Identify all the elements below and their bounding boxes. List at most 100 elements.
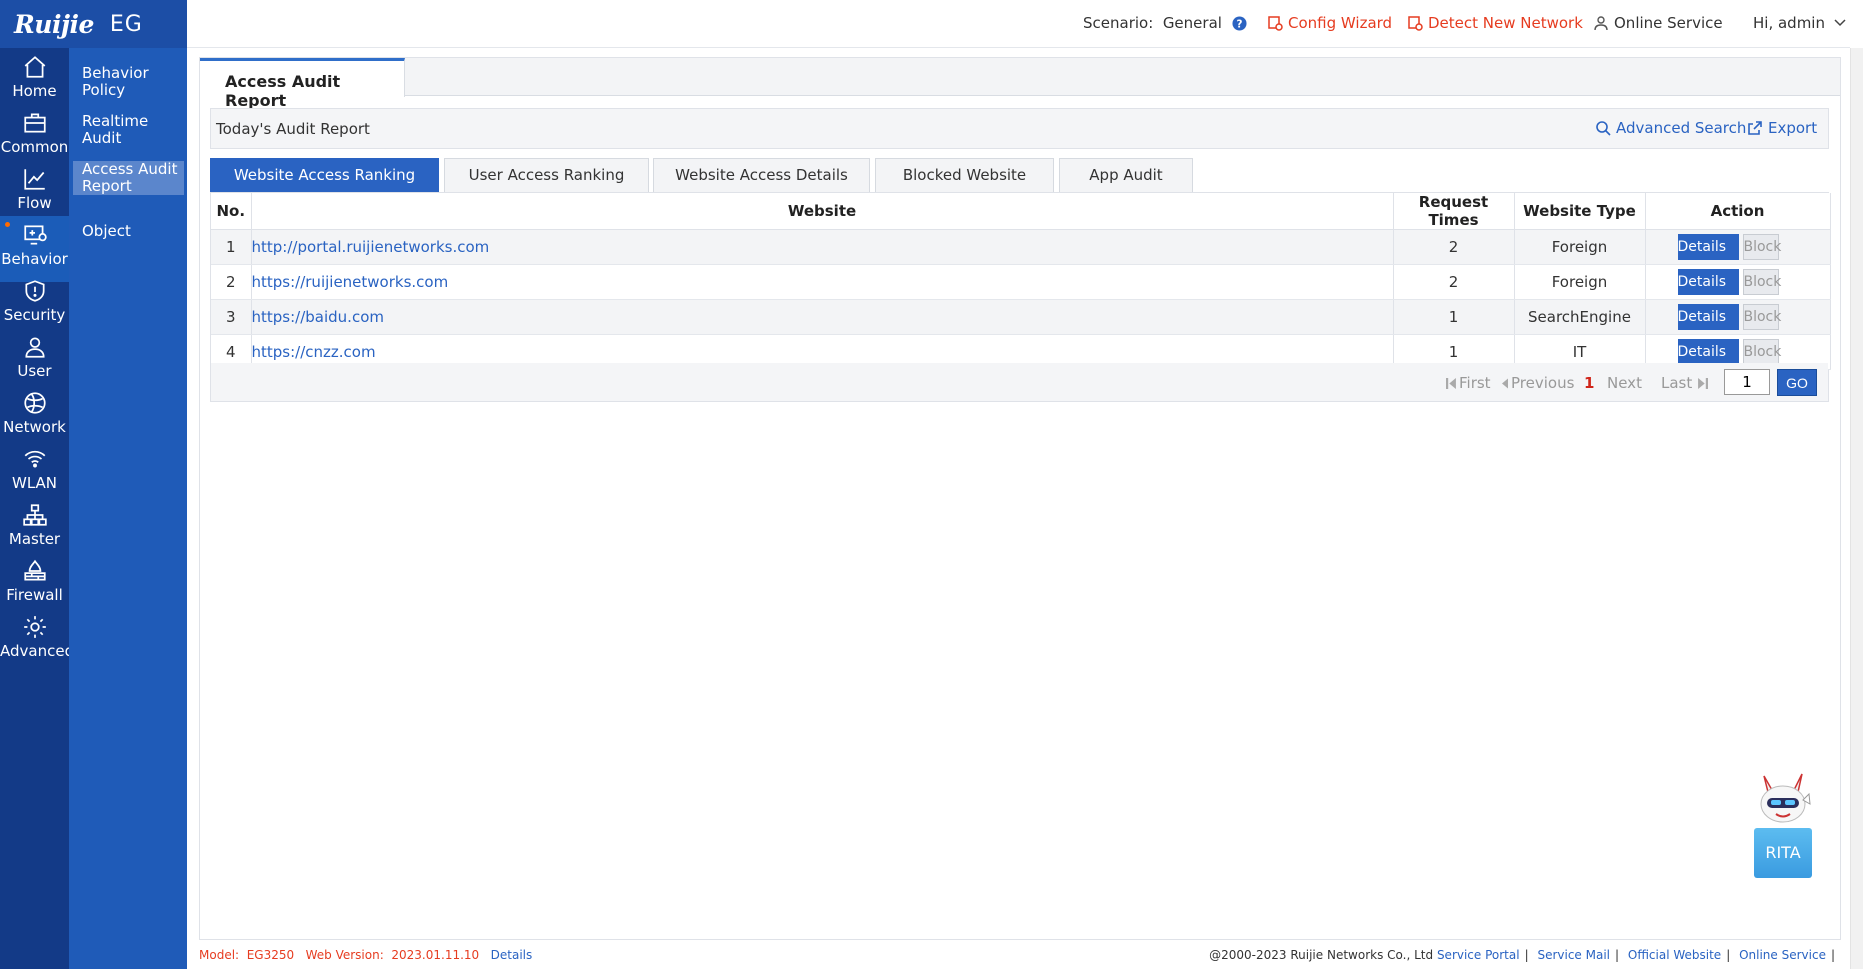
- pager-last[interactable]: Last: [1661, 374, 1709, 392]
- footer-details-link[interactable]: Details: [491, 948, 533, 962]
- col-header-action: Action: [1645, 193, 1831, 230]
- ruijie-logo: Ruijie: [14, 9, 94, 39]
- tab-website-access-details[interactable]: Website Access Details: [653, 158, 870, 192]
- row-no: 2: [211, 264, 252, 300]
- submenu-behavior-policy[interactable]: Behavior Policy: [73, 65, 184, 99]
- service-mail-link[interactable]: Service Mail: [1537, 948, 1610, 962]
- row-website-type: Foreign: [1514, 264, 1646, 300]
- advanced-search-button[interactable]: Advanced Search: [1595, 119, 1746, 137]
- content-panel: Access Audit Report Today's Audit Report…: [199, 57, 1841, 940]
- shield-icon: [24, 280, 45, 302]
- go-button[interactable]: GO: [1777, 369, 1817, 396]
- report-title: Today's Audit Report: [216, 120, 370, 138]
- online-service-footer-link[interactable]: Online Service: [1739, 948, 1826, 962]
- user-icon: [24, 337, 45, 358]
- table-row: 2 https://ruijienetworks.com 2 Foreign D…: [211, 264, 1831, 300]
- monitor-person-icon: [23, 225, 47, 245]
- report-toolbar: Today's Audit Report Advanced Search Exp…: [210, 108, 1829, 149]
- first-page-icon: [1446, 377, 1456, 389]
- svg-text:?: ?: [1236, 18, 1242, 30]
- official-website-link[interactable]: Official Website: [1628, 948, 1721, 962]
- submenu-column: Behavior Policy Realtime Audit Access Au…: [69, 48, 187, 969]
- row-website-type: Foreign: [1514, 229, 1646, 265]
- col-header-website-type: Website Type: [1514, 193, 1646, 230]
- details-button[interactable]: Details: [1677, 269, 1739, 295]
- globe-icon: [23, 392, 46, 414]
- block-button[interactable]: Block: [1742, 269, 1781, 295]
- page-number-input[interactable]: [1724, 369, 1770, 395]
- submenu-access-audit-report[interactable]: Access Audit Report: [73, 161, 184, 195]
- table-row: 1 http://portal.ruijienetworks.com 2 For…: [211, 229, 1831, 265]
- pager-previous[interactable]: Previous: [1501, 374, 1574, 392]
- pager-first[interactable]: First: [1446, 374, 1491, 392]
- detect-icon: [1408, 16, 1423, 31]
- main-tabbar: Access Audit Report: [200, 58, 1840, 110]
- col-header-no: No.: [211, 193, 252, 230]
- footer-device-info: Model: EG3250 Web Version: 2023.01.11.10…: [199, 948, 533, 962]
- last-page-icon: [1698, 377, 1709, 389]
- online-service-link[interactable]: Online Service: [1593, 14, 1723, 32]
- export-icon: [1748, 121, 1762, 135]
- chevron-down-icon: [1834, 19, 1846, 27]
- submenu-realtime-audit[interactable]: Realtime Audit: [73, 113, 184, 147]
- person-icon: [1594, 16, 1608, 31]
- export-button[interactable]: Export: [1747, 119, 1817, 137]
- tab-access-audit-report[interactable]: Access Audit Report: [200, 58, 405, 110]
- submenu-object[interactable]: Object: [73, 223, 184, 240]
- row-request-times: 2: [1393, 229, 1515, 265]
- block-button[interactable]: Block: [1742, 234, 1781, 260]
- website-link[interactable]: https://baidu.com: [252, 308, 384, 326]
- config-wizard-link[interactable]: Config Wizard: [1267, 14, 1392, 32]
- tab-blocked-website[interactable]: Blocked Website: [875, 158, 1054, 192]
- details-button[interactable]: Details: [1677, 234, 1739, 260]
- row-no: 1: [211, 229, 252, 265]
- tab-app-audit[interactable]: App Audit: [1059, 158, 1193, 192]
- user-menu[interactable]: Hi, admin: [1753, 14, 1847, 32]
- firewall-icon: [23, 559, 46, 581]
- wifi-icon: [24, 450, 45, 468]
- rita-assistant[interactable]: RITA: [1748, 770, 1818, 880]
- active-dot: [5, 222, 10, 227]
- search-icon: [1596, 121, 1611, 136]
- details-button[interactable]: Details: [1677, 304, 1739, 330]
- detect-new-network-link[interactable]: Detect New Network: [1407, 14, 1583, 32]
- pagination: First Previous 1 Next Last GO: [211, 363, 1828, 401]
- website-link[interactable]: https://ruijienetworks.com: [252, 273, 449, 291]
- pager-current-page[interactable]: 1: [1584, 374, 1594, 392]
- toolbox-icon: [23, 113, 46, 133]
- rita-button: RITA: [1754, 828, 1812, 878]
- row-website-type: SearchEngine: [1514, 299, 1646, 335]
- pager-next[interactable]: Next: [1607, 374, 1642, 392]
- footer-links: @2000-2023 Ruijie Networks Co., Ltd Serv…: [1209, 948, 1835, 962]
- tab-user-access-ranking[interactable]: User Access Ranking: [444, 158, 649, 192]
- row-no: 3: [211, 299, 252, 335]
- website-link[interactable]: https://cnzz.com: [252, 343, 376, 361]
- footer: Model: EG3250 Web Version: 2023.01.11.10…: [187, 942, 1850, 969]
- service-portal-link[interactable]: Service Portal: [1437, 948, 1520, 962]
- table-row: 3 https://baidu.com 1 SearchEngine Detai…: [211, 299, 1831, 335]
- gear-icon: [23, 616, 46, 638]
- col-header-request-times: Request Times: [1393, 193, 1515, 230]
- help-icon[interactable]: ?: [1232, 15, 1247, 31]
- details-button[interactable]: Details: [1677, 339, 1739, 365]
- prev-page-icon: [1502, 378, 1508, 388]
- brand-header: Ruijie EG: [0, 0, 187, 48]
- page-scrollbar[interactable]: [1850, 48, 1863, 969]
- hierarchy-icon: [22, 504, 47, 526]
- block-button[interactable]: Block: [1742, 304, 1781, 330]
- website-link[interactable]: http://portal.ruijienetworks.com: [252, 238, 490, 256]
- website-ranking-table: No. Website Request Times Website Type A…: [210, 192, 1831, 402]
- left-nav-rail: Home Common Flow Behavior Security User …: [0, 0, 74, 969]
- wizard-icon: [1268, 16, 1283, 31]
- robot-mascot-icon: [1760, 773, 1811, 823]
- top-bar: Scenario: General ? Config Wizard Detect…: [187, 0, 1850, 48]
- nav-advanced[interactable]: Advanced: [0, 608, 74, 674]
- table-header-row: No. Website Request Times Website Type A…: [211, 193, 1831, 230]
- col-header-website: Website: [251, 193, 1394, 230]
- tab-website-access-ranking[interactable]: Website Access Ranking: [210, 158, 439, 192]
- chart-line-icon: [23, 169, 45, 190]
- block-button[interactable]: Block: [1742, 339, 1781, 365]
- row-request-times: 1: [1393, 299, 1515, 335]
- product-model: EG: [109, 11, 143, 37]
- scenario-selector[interactable]: Scenario: General ?: [1083, 14, 1247, 32]
